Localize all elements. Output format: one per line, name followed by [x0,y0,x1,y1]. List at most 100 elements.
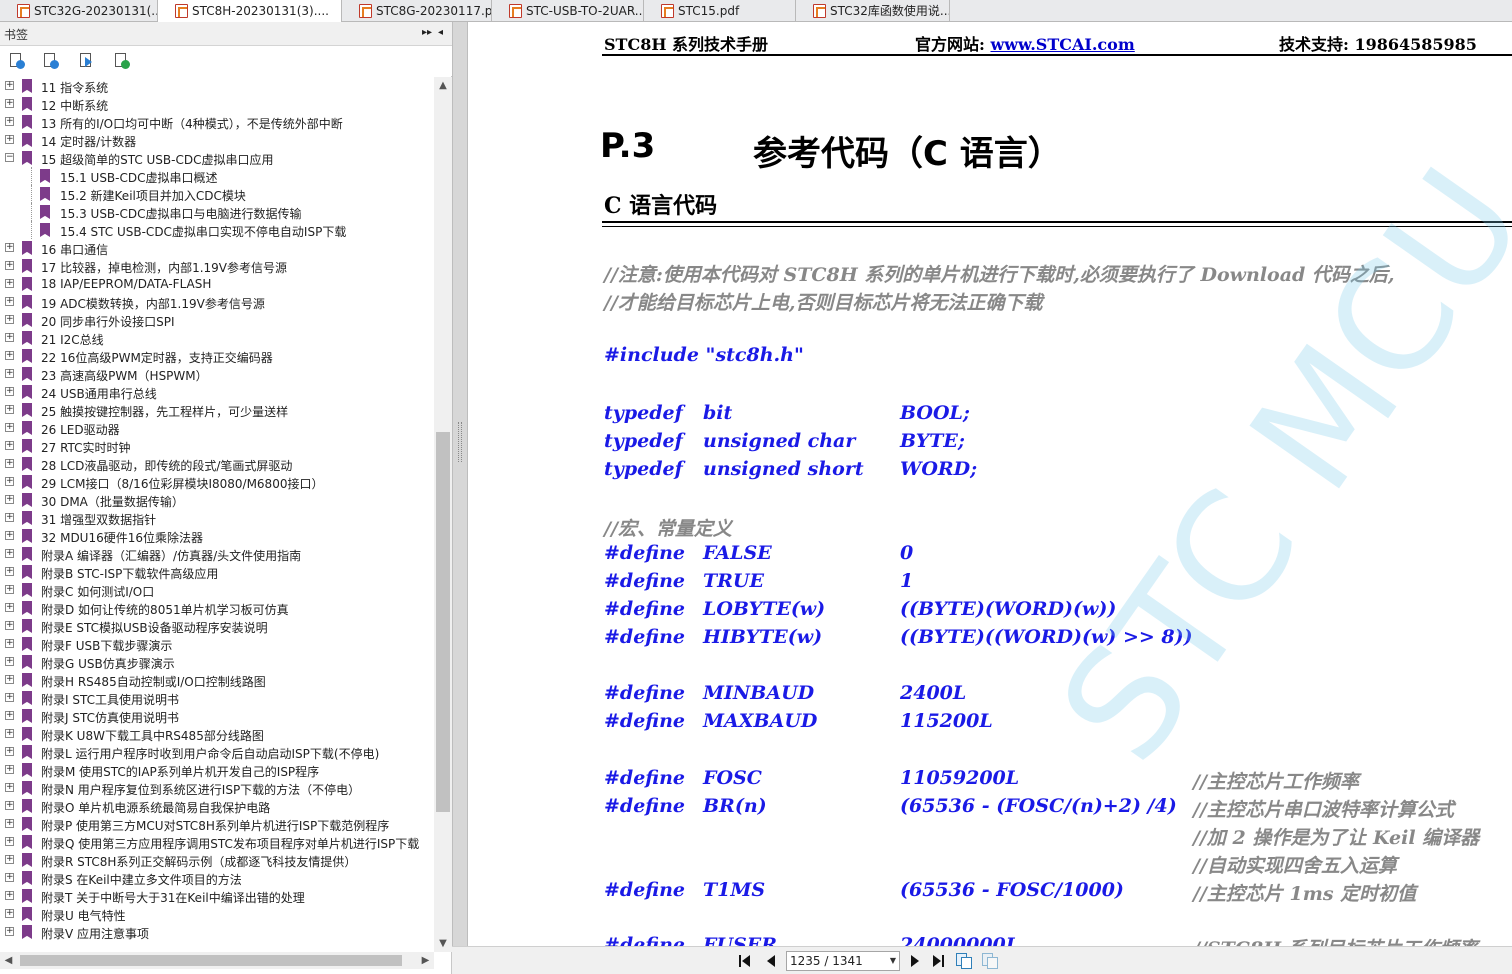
scroll-up-icon[interactable]: ▲ [434,77,452,94]
bookmark-item[interactable]: +12 中断系统 [0,95,434,113]
bookmark-item[interactable]: + 附录J STC仿真使用说明书 [0,707,434,725]
next-view-button[interactable] [981,952,999,970]
bookmark-item[interactable]: +29 LCM接口（8/16位彩屏模块I8080/M6800接口） [0,473,434,491]
expand-icon[interactable]: + [5,315,14,324]
collapse-all-bookmarks-icon[interactable] [42,52,60,70]
bookmark-item[interactable]: + 附录U 电气特性 [0,905,434,923]
expand-icon[interactable]: + [5,603,14,612]
bookmark-item[interactable]: +21 I2C总线 [0,329,434,347]
bookmark-item[interactable]: +32 MDU16硬件16位乘除法器 [0,527,434,545]
expand-icon[interactable]: + [5,477,14,486]
expand-icon[interactable]: + [5,909,14,918]
bookmark-item[interactable]: +28 LCD液晶驱动，即传统的段式/笔画式屏驱动 [0,455,434,473]
expand-icon[interactable]: + [5,351,14,360]
bookmark-item[interactable]: + 附录T 关于中断号大于31在Keil中编译出错的处理 [0,887,434,905]
expand-icon[interactable]: + [5,513,14,522]
bookmark-item[interactable]: + 附录A 编译器（汇编器）/仿真器/头文件使用指南 [0,545,434,563]
expand-icon[interactable]: + [5,423,14,432]
expand-icon[interactable]: + [5,333,14,342]
scroll-thumb[interactable] [436,432,450,812]
bookmark-item[interactable]: +16 串口通信 [0,239,434,257]
bookmark-vertical-scrollbar[interactable]: ▲ ▼ [434,77,452,952]
bookmark-item[interactable]: + 附录I STC工具使用说明书 [0,689,434,707]
bookmark-item[interactable]: + 附录S 在Keil中建立多文件项目的方法 [0,869,434,887]
bookmark-item[interactable]: +25 触摸按键控制器，先工程样片，可少量送样 [0,401,434,419]
panel-splitter[interactable] [452,22,468,946]
expand-icon[interactable]: + [5,855,14,864]
previous-view-button[interactable] [955,952,973,970]
expand-icon[interactable]: + [5,819,14,828]
bookmark-item[interactable]: +13 所有的I/O口均可中断（4种模式），不是传统外部中断 [0,113,434,131]
page-number-select[interactable]: 1235 / 1341 ▼ [786,951,900,971]
tab-stc8h[interactable]: STC8H-20230131(3).... [158,0,342,22]
first-page-button[interactable] [736,952,754,970]
expand-icon[interactable]: + [5,117,14,126]
expand-icon[interactable]: + [5,657,14,666]
last-page-button[interactable] [930,952,948,970]
bookmark-item[interactable]: + 附录K U8W下载工具中RS485部分线路图 [0,725,434,743]
expand-all-bookmarks-icon[interactable] [8,52,26,70]
expand-icon[interactable]: + [5,441,14,450]
bookmark-item[interactable]: − 15 超级简单的STC USB-CDC虚拟串口应用 [0,149,434,167]
bookmark-horizontal-scrollbar[interactable]: ◀ ▶ [0,952,434,969]
bookmark-item[interactable]: +26 LED驱动器 [0,419,434,437]
scroll-thumb[interactable] [20,955,402,966]
bookmark-subitem[interactable]: 15.3 USB-CDC虚拟串口与电脑进行数据传输 [0,203,434,221]
expand-icon[interactable]: + [5,135,14,144]
tab-stc8g[interactable]: STC8G-20230117.p... [342,0,492,22]
bookmark-item[interactable]: + 附录E STC模拟USB设备驱动程序安装说明 [0,617,434,635]
scroll-left-icon[interactable]: ◀ [0,952,17,969]
bookmark-item[interactable]: +20 同步串行外设接口SPI [0,311,434,329]
bookmark-item[interactable]: + 附录O 单片机电源系统最简易自我保护电路 [0,797,434,815]
expand-icon[interactable]: + [5,549,14,558]
bookmark-item[interactable]: +11 指令系统 [0,77,434,95]
bookmark-item[interactable]: +17 比较器，掉电检测，内部1.19V参考信号源 [0,257,434,275]
expand-icon[interactable]: + [5,873,14,882]
expand-icon[interactable]: + [5,585,14,594]
bookmark-item[interactable]: +19 ADC模数转换，内部1.19V参考信号源 [0,293,434,311]
expand-icon[interactable]: + [5,405,14,414]
expand-icon[interactable]: + [5,675,14,684]
expand-icon[interactable]: + [5,531,14,540]
bookmark-item[interactable]: + 附录M 使用STC的IAP系列单片机开发自己的ISP程序 [0,761,434,779]
tab-stc15[interactable]: STC15.pdf [644,0,796,22]
bookmark-subitem[interactable]: 15.2 新建Keil项目并加入CDC模块 [0,185,434,203]
expand-icon[interactable]: + [5,729,14,738]
expand-icon[interactable]: + [5,891,14,900]
find-current-bookmark-icon[interactable] [113,52,131,70]
bookmark-item[interactable]: + 附录G USB仿真步骤演示 [0,653,434,671]
bookmark-item[interactable]: +14 定时器/计数器 [0,131,434,149]
expand-icon[interactable]: + [5,783,14,792]
expand-icon[interactable]: + [5,693,14,702]
bookmark-item[interactable]: + 附录N 用户程序复位到系统区进行ISP下载的方法（不停电） [0,779,434,797]
expand-icon[interactable]: + [5,261,14,270]
expand-icon[interactable]: + [5,279,14,288]
bookmark-item[interactable]: + 附录C 如何测试I/O口 [0,581,434,599]
expand-icon[interactable]: + [5,747,14,756]
tab-stc-usb-to-2uart[interactable]: STC-USB-TO-2UAR... [492,0,644,22]
expand-icon[interactable]: + [5,765,14,774]
bookmark-item[interactable]: +30 DMA（批量数据传输） [0,491,434,509]
bookmark-item[interactable]: +22 16位高级PWM定时器，支持正交编码器 [0,347,434,365]
expand-icon[interactable]: + [5,567,14,576]
scroll-right-icon[interactable]: ▶ [417,952,434,969]
expand-icon[interactable]: + [5,459,14,468]
previous-page-button[interactable] [762,952,780,970]
expand-icon[interactable]: + [5,621,14,630]
bookmark-subitem[interactable]: 15.1 USB-CDC虚拟串口概述 [0,167,434,185]
bookmark-item[interactable]: +27 RTC实时时钟 [0,437,434,455]
expand-icon[interactable]: + [5,639,14,648]
collapse-panel-icon[interactable]: ◂ [438,27,443,38]
bookmark-item[interactable]: +24 USB通用串行总线 [0,383,434,401]
expand-icon[interactable]: + [5,801,14,810]
tab-stc32-library[interactable]: STC32库函数使用说... [796,0,950,22]
bookmark-item[interactable]: + 附录F USB下载步骤演示 [0,635,434,653]
expand-icon[interactable]: + [5,837,14,846]
bookmark-item[interactable]: +18 IAP/EEPROM/DATA-FLASH [0,275,434,293]
expand-icon[interactable]: + [5,81,14,90]
document-view[interactable]: STC8H 系列技术手册 官方网站: www.STCAI.com 技术支持: 1… [468,22,1512,946]
expand-icon[interactable]: + [5,711,14,720]
expand-icon[interactable]: + [5,99,14,108]
bookmark-item[interactable]: +23 高速高级PWM（HSPWM） [0,365,434,383]
bookmark-item[interactable]: + 附录R STC8H系列正交解码示例（成都逐飞科技友情提供） [0,851,434,869]
